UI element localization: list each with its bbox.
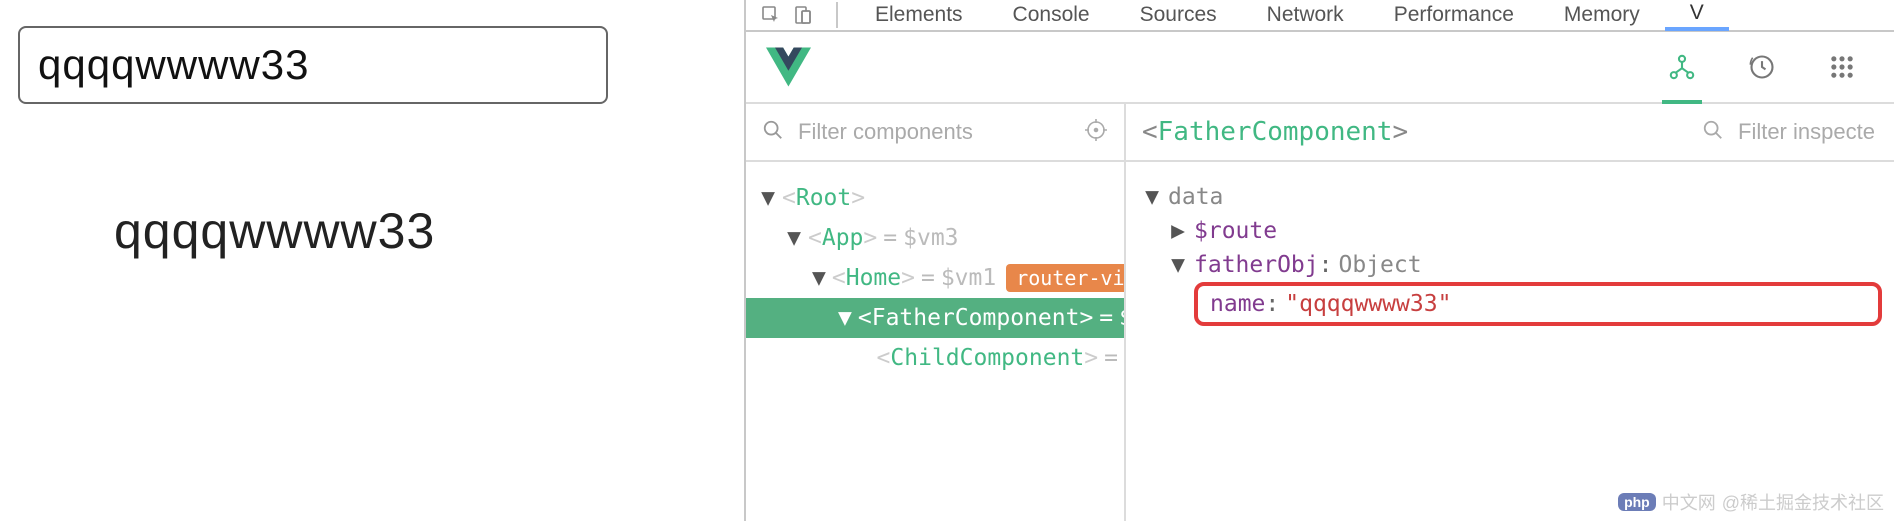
watermark-text-1: 中文网 <box>1662 489 1716 515</box>
tab-console[interactable]: Console <box>988 0 1115 31</box>
inspect-element-icon[interactable] <box>760 4 782 26</box>
component-state: ▼ data ▶ $route ▼ fatherObj: Object name… <box>1126 162 1894 521</box>
chevron-down-icon: ▼ <box>1144 184 1160 210</box>
divider <box>836 2 838 28</box>
devtools-panel: Elements Console Sources Network Perform… <box>744 0 1894 521</box>
settings-tab-icon[interactable] <box>1828 53 1856 81</box>
device-toolbar-icon[interactable] <box>792 4 814 26</box>
tab-vue[interactable]: V <box>1665 0 1729 31</box>
chevron-down-icon: ▼ <box>838 305 852 331</box>
selected-component-title: <FatherComponent> <box>1142 117 1408 147</box>
search-icon <box>1702 119 1724 146</box>
vue-devtools-panel: ▼ <Root> ▼ <App> =$vm3 ▼ <Home> =$vm1 ro… <box>746 32 1894 521</box>
state-item-fatherobj[interactable]: ▼ fatherObj: Object <box>1138 248 1882 282</box>
devtools-tabs: Elements Console Sources Network Perform… <box>746 0 1894 32</box>
tab-memory[interactable]: Memory <box>1539 0 1665 31</box>
tree-node-child-component[interactable]: <ChildComponent> = <box>746 338 1124 378</box>
inspector-header: <FatherComponent> <box>1126 104 1894 162</box>
chevron-down-icon: ▼ <box>760 185 776 211</box>
tab-sources[interactable]: Sources <box>1115 0 1242 31</box>
tree-node-home[interactable]: ▼ <Home> =$vm1 router-vie <box>746 258 1124 298</box>
tab-network[interactable]: Network <box>1242 0 1369 31</box>
display-text: qqqqwwww33 <box>114 202 726 260</box>
chevron-right-icon: ▶ <box>1170 218 1186 244</box>
name-input[interactable] <box>18 26 608 104</box>
state-section-data[interactable]: ▼ data <box>1138 180 1882 214</box>
component-tree: ▼ <Root> ▼ <App> =$vm3 ▼ <Home> =$vm1 ro… <box>746 162 1124 521</box>
state-item-route[interactable]: ▶ $route <box>1138 214 1882 248</box>
components-filter-input[interactable] <box>798 119 1070 145</box>
vue-logo-icon <box>766 47 811 87</box>
select-component-icon[interactable] <box>1084 118 1108 147</box>
component-inspector-panel: <FatherComponent> ▼ data ▶ <box>1126 104 1894 521</box>
chevron-down-icon: ▼ <box>1170 252 1186 278</box>
watermark: php 中文网 @稀土掘金技术社区 <box>1618 489 1884 515</box>
tab-performance[interactable]: Performance <box>1369 0 1539 31</box>
tab-elements[interactable]: Elements <box>850 0 988 31</box>
chevron-down-icon: ▼ <box>786 225 802 251</box>
tree-node-root[interactable]: ▼ <Root> <box>746 178 1124 218</box>
components-filter-bar <box>746 104 1124 162</box>
tree-node-app[interactable]: ▼ <App> =$vm3 <box>746 218 1124 258</box>
component-tree-panel: ▼ <Root> ▼ <App> =$vm3 ▼ <Home> =$vm1 ro… <box>746 104 1126 521</box>
router-view-badge: router-vie <box>1006 264 1124 292</box>
components-tab-icon[interactable] <box>1668 53 1696 81</box>
chevron-down-icon: ▼ <box>812 265 826 291</box>
vue-header <box>746 32 1894 104</box>
search-icon <box>762 119 784 146</box>
timeline-tab-icon[interactable] <box>1748 53 1776 81</box>
php-badge: php <box>1618 493 1656 511</box>
app-viewport: qqqqwwww33 <box>0 0 744 521</box>
tree-node-father-component[interactable]: ▼ <FatherComponent> =$ <box>746 298 1124 338</box>
inspector-filter-input[interactable] <box>1738 119 1878 145</box>
watermark-text-2: @稀土掘金技术社区 <box>1722 489 1884 515</box>
state-item-name-highlighted[interactable]: name: "qqqqwwww33" <box>1194 282 1882 326</box>
